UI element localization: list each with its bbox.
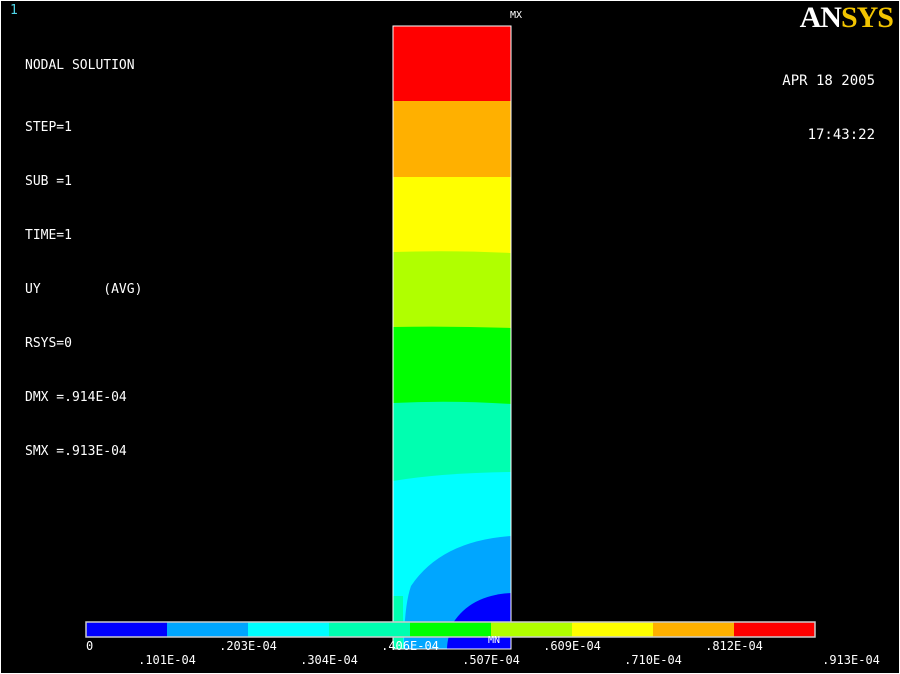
min-marker: MN (488, 635, 501, 646)
legend-color-bar (85, 621, 816, 638)
legend-label-bottom-2: .304E-04 (300, 653, 358, 667)
band-4 (393, 401, 511, 482)
legend-label-bottom-5: .913E-04 (822, 653, 880, 667)
max-marker: MX (510, 10, 523, 21)
legend-label-top-3: .406E-04 (381, 639, 439, 653)
legend-swatch-7 (572, 622, 654, 637)
legend-swatch-2 (167, 622, 249, 637)
legend-label-bottom-1: .101E-04 (138, 653, 196, 667)
legend-swatch-5 (410, 622, 492, 637)
band-8 (393, 101, 511, 178)
legend-label-top-1: 0 (86, 639, 94, 653)
contour-plot (85, 25, 816, 650)
legend-swatch-9 (734, 622, 816, 637)
band-7 (393, 177, 511, 253)
legend-label-top-4: .609E-04 (543, 639, 601, 653)
legend-swatch-3 (248, 622, 330, 637)
contour-column (392, 25, 512, 650)
ansys-graphics-window: 1 NODAL SOLUTION STEP=1 SUB =1 TIME=1 UY… (0, 0, 900, 674)
band-5 (393, 326, 511, 405)
legend-swatch-1 (86, 622, 168, 637)
legend-swatch-4 (329, 622, 411, 637)
legend-swatch-8 (653, 622, 735, 637)
band-9 (393, 26, 511, 102)
legend-label-bottom-4: .710E-04 (624, 653, 682, 667)
band-6 (393, 251, 511, 329)
legend-label-top-2: .203E-04 (219, 639, 277, 653)
legend-label-bottom-3: .507E-04 (462, 653, 520, 667)
legend-label-top-5: .812E-04 (705, 639, 763, 653)
legend-swatch-6 (491, 622, 573, 637)
